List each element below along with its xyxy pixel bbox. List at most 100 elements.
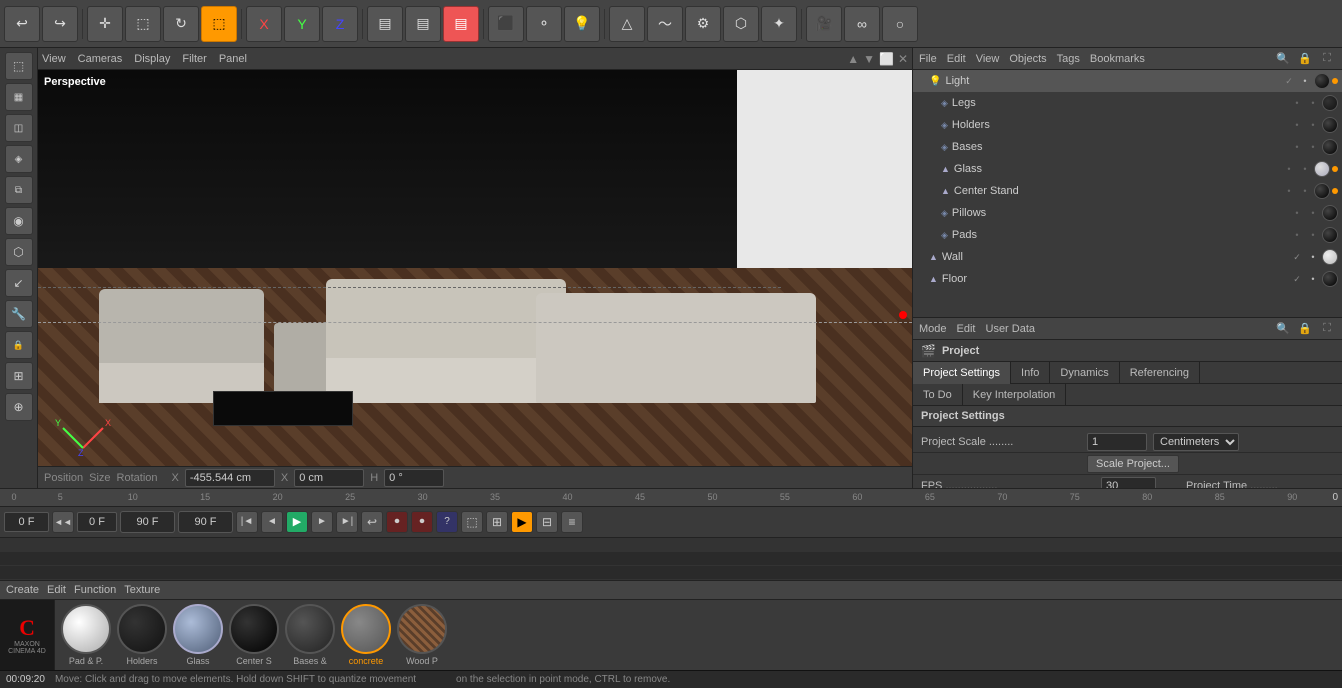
light2-btn[interactable]: ○ xyxy=(882,6,918,42)
viewport-canvas[interactable]: X Y Z Perspective xyxy=(38,70,912,466)
project-scale-input[interactable] xyxy=(1087,433,1147,451)
edit-menu-props[interactable]: Edit xyxy=(957,323,976,335)
x-axis-button[interactable]: X xyxy=(246,6,282,42)
wall-vis[interactable]: ✓ xyxy=(1290,250,1304,264)
loop-btn[interactable]: ↩ xyxy=(361,511,383,533)
expand-icon[interactable]: ⛶ xyxy=(1318,50,1336,68)
motion-clip-btn[interactable]: ⬚ xyxy=(461,511,483,533)
viewport-icon1[interactable]: ▲ xyxy=(847,52,859,66)
object-row-pads[interactable]: ◈ Pads • • xyxy=(913,224,1342,246)
undo-button[interactable]: ↩ xyxy=(4,6,40,42)
scale-project-button[interactable]: Scale Project... xyxy=(1087,455,1179,473)
left-btn-checkerboard[interactable]: ▦ xyxy=(5,83,33,111)
select-button[interactable]: ⬚ xyxy=(201,6,237,42)
left-btn-box[interactable]: ⬡ xyxy=(5,238,33,266)
centerstand-eye[interactable]: • xyxy=(1298,184,1312,198)
render-btn1[interactable]: ▤ xyxy=(367,6,403,42)
tab-referencing[interactable]: Referencing xyxy=(1120,362,1200,384)
cameras-menu[interactable]: Cameras xyxy=(78,53,123,65)
render-btn2[interactable]: ▤ xyxy=(405,6,441,42)
lock-icon[interactable]: 🔒 xyxy=(1296,50,1314,68)
bases-eye[interactable]: • xyxy=(1306,140,1320,154)
polygon-btn[interactable]: △ xyxy=(609,6,645,42)
panel-menu[interactable]: Panel xyxy=(219,53,247,65)
search-icon[interactable]: 🔍 xyxy=(1274,50,1292,68)
mograph-btn[interactable]: ⬡ xyxy=(723,6,759,42)
keyframe-grid-btn[interactable]: ⊞ xyxy=(486,511,508,533)
pillows-eye[interactable]: • xyxy=(1306,206,1320,220)
left-btn-select[interactable]: ⬚ xyxy=(5,52,33,80)
move-tool-button[interactable]: ✛ xyxy=(87,6,123,42)
floor-eye[interactable]: • xyxy=(1306,272,1320,286)
grid-btn2[interactable]: ⊟ xyxy=(536,511,558,533)
record-btn[interactable]: ⏺ xyxy=(386,511,408,533)
object-row-holders[interactable]: ◈ Holders • • xyxy=(913,114,1342,136)
tab-dynamics[interactable]: Dynamics xyxy=(1050,362,1119,384)
panel-btn[interactable]: ≡ xyxy=(561,511,583,533)
sphere-btn[interactable]: ⚬ xyxy=(526,6,562,42)
holders-vis[interactable]: • xyxy=(1290,118,1304,132)
camera-btn[interactable]: 🎥 xyxy=(806,6,842,42)
frame-back-btn[interactable]: ◄◄ xyxy=(52,511,74,533)
left-btn-snap[interactable]: ⊕ xyxy=(5,393,33,421)
z-axis-button[interactable]: Z xyxy=(322,6,358,42)
viewport-icon4[interactable]: ✕ xyxy=(898,52,908,66)
scale-box-button[interactable]: ⬚ xyxy=(125,6,161,42)
object-row-centerstand[interactable]: ▲ Center Stand • • xyxy=(913,180,1342,202)
spline-btn[interactable]: 〜 xyxy=(647,6,683,42)
left-btn-arrow[interactable]: ↙ xyxy=(5,269,33,297)
object-row-bases[interactable]: ◈ Bases • • xyxy=(913,136,1342,158)
auto-record-btn[interactable]: ⏺ xyxy=(411,511,433,533)
floor-vis[interactable]: ✓ xyxy=(1290,272,1304,286)
render-btn3[interactable]: ▤ xyxy=(443,6,479,42)
h-input[interactable] xyxy=(384,469,444,487)
filter-menu[interactable]: Filter xyxy=(182,53,206,65)
cube-btn[interactable]: ⬛ xyxy=(488,6,524,42)
pads-vis[interactable]: • xyxy=(1290,228,1304,242)
object-row-light[interactable]: 💡 Light ✓ • xyxy=(913,70,1342,92)
tags-menu[interactable]: Tags xyxy=(1057,53,1080,65)
object-row-floor[interactable]: ▲ Floor ✓ • xyxy=(913,268,1342,290)
y-input[interactable] xyxy=(294,469,364,487)
objects-menu[interactable]: Objects xyxy=(1009,53,1046,65)
object-row-pillows[interactable]: ◈ Pillows • • xyxy=(913,202,1342,224)
view-menu-objects[interactable]: View xyxy=(976,53,1000,65)
holders-eye[interactable]: • xyxy=(1306,118,1320,132)
pillows-vis[interactable]: • xyxy=(1290,206,1304,220)
orange-btn[interactable]: ▶ xyxy=(511,511,533,533)
props-lock-icon[interactable]: 🔒 xyxy=(1296,320,1314,338)
left-btn-sculpt[interactable]: ◉ xyxy=(5,207,33,235)
mat-item-wood[interactable]: Wood P xyxy=(397,604,447,666)
mat-item-centers[interactable]: Center S xyxy=(229,604,279,666)
glass-vis[interactable]: • xyxy=(1282,162,1296,176)
legs-eye[interactable]: • xyxy=(1306,96,1320,110)
tab-project-settings[interactable]: Project Settings xyxy=(913,362,1011,384)
texture-menu[interactable]: Texture xyxy=(124,584,160,596)
light-vis[interactable]: ✓ xyxy=(1282,74,1296,88)
rotate-button[interactable]: ↻ xyxy=(163,6,199,42)
edit-menu-objects[interactable]: Edit xyxy=(947,53,966,65)
offset-frame-input[interactable] xyxy=(77,512,117,532)
step-back-btn[interactable]: ◄ xyxy=(261,511,283,533)
left-btn-lock[interactable]: 🔒 xyxy=(5,331,33,359)
centerstand-vis[interactable]: • xyxy=(1282,184,1296,198)
goto-end-btn[interactable]: ►| xyxy=(336,511,358,533)
object-row-wall[interactable]: ▲ Wall ✓ • xyxy=(913,246,1342,268)
object-row-glass[interactable]: ▲ Glass • • xyxy=(913,158,1342,180)
wall-eye[interactable]: • xyxy=(1306,250,1320,264)
deform-btn[interactable]: ⚙ xyxy=(685,6,721,42)
tab-info[interactable]: Info xyxy=(1011,362,1050,384)
function-menu[interactable]: Function xyxy=(74,584,116,596)
file-menu[interactable]: File xyxy=(919,53,937,65)
x-input[interactable] xyxy=(185,469,275,487)
left-btn-grid[interactable]: ⊞ xyxy=(5,362,33,390)
userdata-menu[interactable]: User Data xyxy=(986,323,1036,335)
display-menu[interactable]: Display xyxy=(134,53,170,65)
left-btn-texture[interactable]: ◫ xyxy=(5,114,33,142)
left-btn-magnet[interactable]: 🔧 xyxy=(5,300,33,328)
effector-btn[interactable]: ✦ xyxy=(761,6,797,42)
legs-vis[interactable]: • xyxy=(1290,96,1304,110)
pads-eye[interactable]: • xyxy=(1306,228,1320,242)
subtab-todo[interactable]: To Do xyxy=(913,384,963,406)
object-row-legs[interactable]: ◈ Legs • • xyxy=(913,92,1342,114)
